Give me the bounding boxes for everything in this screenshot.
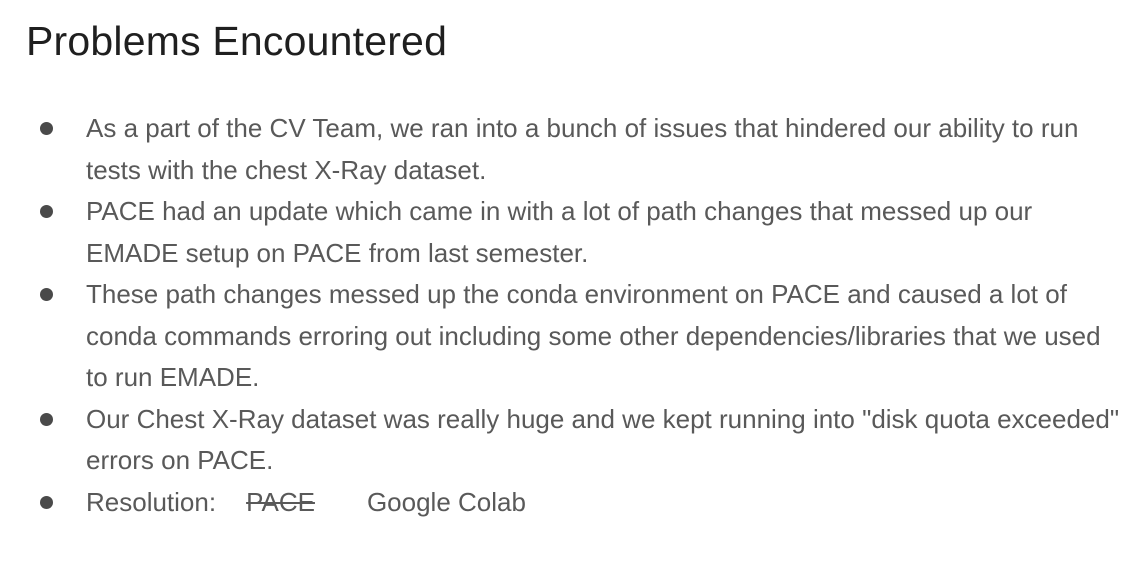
resolution-new-value: Google Colab [366,486,526,517]
slide: Problems Encountered As a part of the CV… [0,0,1147,561]
bullet-icon [40,288,53,301]
resolution-old-value: PACE [246,486,315,517]
bullet-text: These path changes messed up the conda e… [86,279,1101,392]
bullet-item: PACE had an update which came in with a … [0,191,1147,274]
bullet-icon [40,412,53,426]
bullet-item: As a part of the CV Team, we ran into a … [0,108,1147,191]
slide-title: Problems Encountered [26,18,448,64]
bullet-text: As a part of the CV Team, we ran into a … [86,113,1079,185]
bullet-list: As a part of the CV Team, we ran into a … [0,108,1147,523]
bullet-icon [40,122,53,135]
bullet-item-resolution: Resolution: PACE Google Colab [0,482,1147,524]
resolution-label: Resolution: [86,486,217,517]
bullet-icon [40,495,53,509]
bullet-item: These path changes messed up the conda e… [0,274,1147,399]
bullet-icon [40,205,53,218]
bullet-item: Our Chest X-Ray dataset was really huge … [0,399,1147,482]
bullet-text: PACE had an update which came in with a … [86,196,1033,268]
bullet-text: Our Chest X-Ray dataset was really huge … [86,403,1120,476]
